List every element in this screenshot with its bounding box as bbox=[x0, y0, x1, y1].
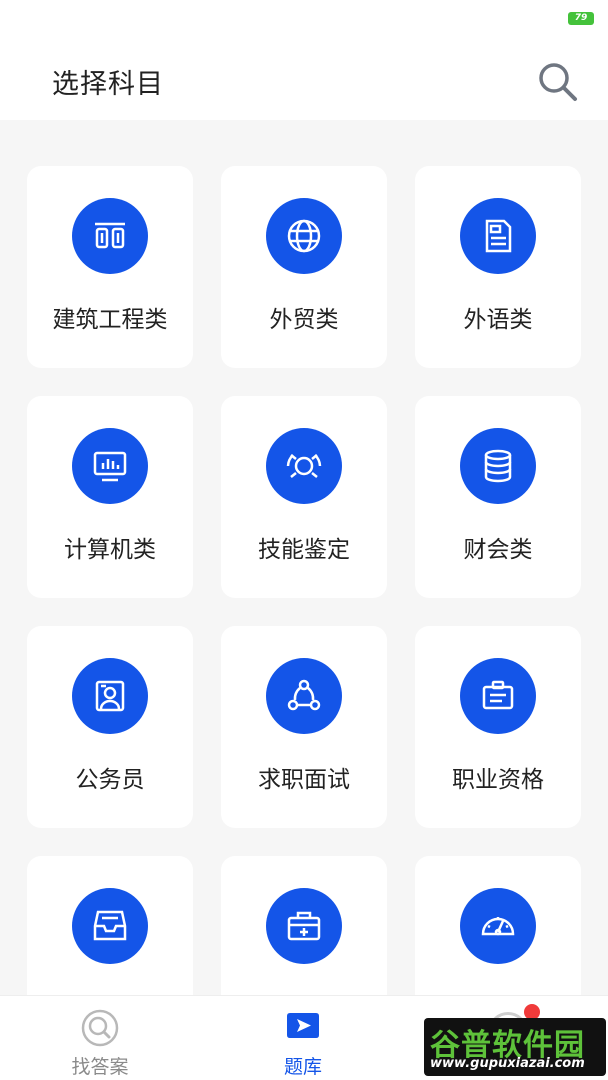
id-card-icon bbox=[72, 658, 148, 734]
page-title: 选择科目 bbox=[52, 69, 164, 100]
category-grid: 建筑工程类 外贸类 外语类 计算机类 技能鉴定 财会类 公务员 求职面试 职业资… bbox=[0, 120, 608, 1058]
category-label: 计算机类 bbox=[64, 537, 156, 563]
category-card-vocational-qualification[interactable]: 职业资格 bbox=[415, 626, 581, 828]
play-flag-icon bbox=[287, 1013, 319, 1038]
target-icon bbox=[266, 428, 342, 504]
tab-question-bank[interactable]: 题库 bbox=[243, 996, 363, 1080]
coin-stack-icon bbox=[460, 428, 536, 504]
category-label: 职业资格 bbox=[452, 767, 544, 793]
category-card-civil-servant[interactable]: 公务员 bbox=[27, 626, 193, 828]
category-card-skill-appraisal[interactable]: 技能鉴定 bbox=[221, 396, 387, 598]
category-card-construction[interactable]: 建筑工程类 bbox=[27, 166, 193, 368]
search-icon bbox=[81, 1009, 119, 1047]
category-label: 外语类 bbox=[463, 307, 533, 333]
category-card-accounting[interactable]: 财会类 bbox=[415, 396, 581, 598]
category-label: 技能鉴定 bbox=[258, 537, 350, 563]
monitor-chart-icon bbox=[72, 428, 148, 504]
search-icon bbox=[539, 63, 577, 101]
speedometer-icon bbox=[460, 888, 536, 964]
tab-label: 找答案 bbox=[71, 1056, 129, 1078]
badge-icon bbox=[460, 658, 536, 734]
network-icon bbox=[266, 658, 342, 734]
category-label: 外贸类 bbox=[269, 307, 339, 333]
category-card-computer[interactable]: 计算机类 bbox=[27, 396, 193, 598]
building-columns-icon bbox=[72, 198, 148, 274]
category-label: 公务员 bbox=[75, 767, 145, 793]
category-card-foreign-language[interactable]: 外语类 bbox=[415, 166, 581, 368]
tab-label: 题库 bbox=[283, 1056, 322, 1078]
medical-kit-icon bbox=[266, 888, 342, 964]
category-label: 建筑工程类 bbox=[52, 307, 168, 333]
inbox-icon bbox=[72, 888, 148, 964]
header: 选择科目 bbox=[0, 40, 608, 120]
search-button[interactable] bbox=[536, 60, 580, 104]
category-card-foreign-trade[interactable]: 外贸类 bbox=[221, 166, 387, 368]
status-bar: 79 bbox=[0, 0, 608, 40]
battery-indicator: 79 bbox=[568, 12, 594, 25]
globe-icon bbox=[266, 198, 342, 274]
watermark-url: www.gupuxiazai.com bbox=[430, 1056, 585, 1071]
category-label: 求职面试 bbox=[258, 767, 350, 793]
category-card-job-interview[interactable]: 求职面试 bbox=[221, 626, 387, 828]
tab-find-answer[interactable]: 找答案 bbox=[40, 996, 160, 1080]
watermark: 谷普软件园 www.gupuxiazai.com bbox=[424, 1018, 606, 1076]
document-icon bbox=[460, 198, 536, 274]
category-label: 财会类 bbox=[463, 537, 533, 563]
